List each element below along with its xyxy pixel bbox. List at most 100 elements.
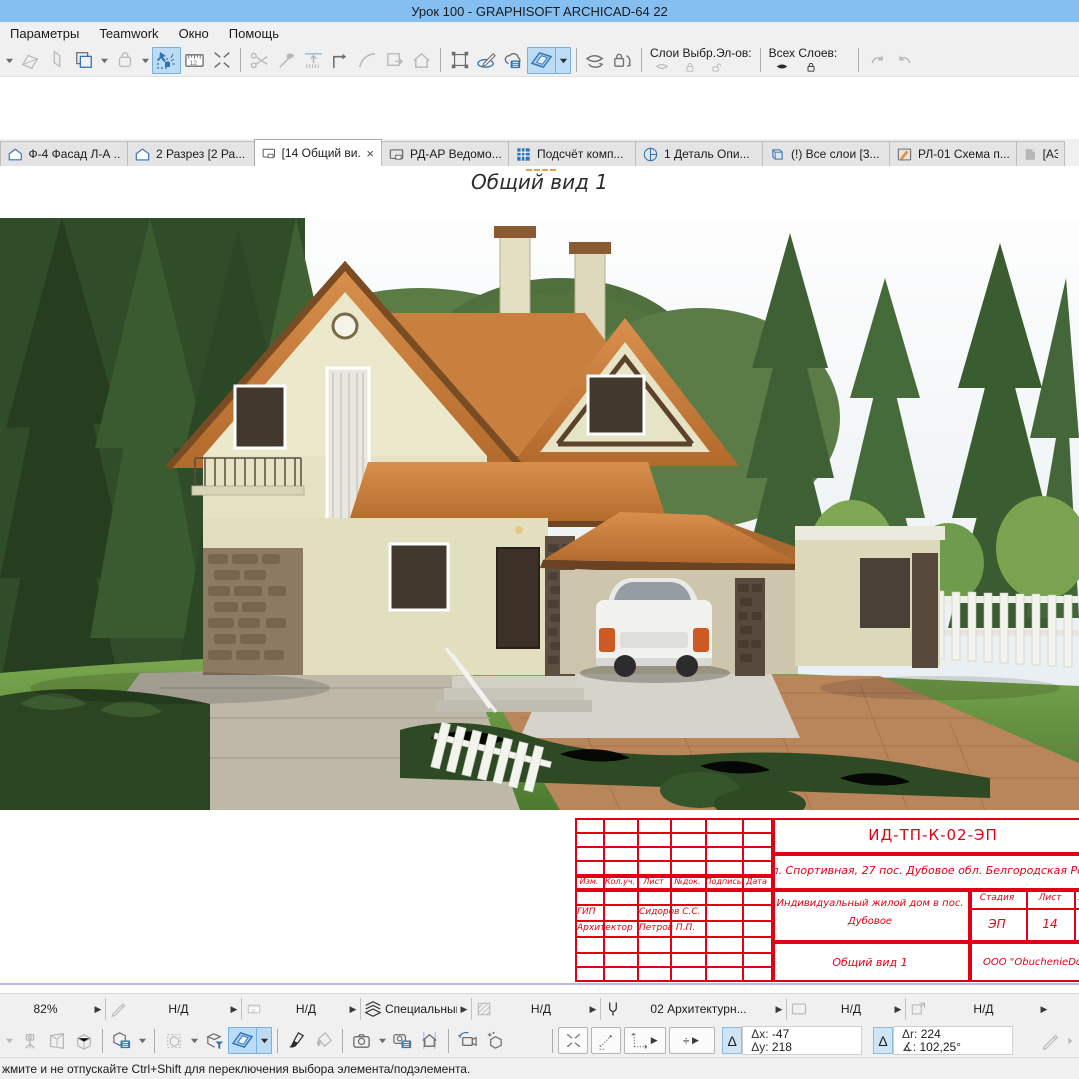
renovation-control[interactable]: Н/Д▶ <box>906 994 1051 1025</box>
sheets-header: Ли <box>1074 888 1079 908</box>
3d-settings-caret-icon[interactable] <box>135 1027 149 1054</box>
menu-help[interactable]: Помощь <box>219 24 289 43</box>
edit-pen-icon[interactable] <box>1036 1027 1063 1054</box>
editing-plane-3d-button[interactable] <box>228 1027 272 1054</box>
tab-3d-view[interactable]: (!) Все слои [3... <box>762 141 890 166</box>
flythrough-icon[interactable] <box>454 1027 481 1054</box>
skew-plane-icon[interactable] <box>16 47 43 74</box>
layer-combination-control[interactable]: Специальный▶ <box>361 994 471 1025</box>
angle-value: 102,25° <box>919 1040 961 1054</box>
stage-header: Стадия <box>968 888 1026 908</box>
edit-pen-arrow-icon[interactable] <box>1063 1027 1077 1054</box>
bimcloud-icon[interactable] <box>500 47 527 74</box>
all-layers-lock-icon[interactable] <box>805 61 817 73</box>
delta-ra-toggle[interactable]: Δ <box>873 1027 893 1054</box>
delta-xy-panel[interactable]: Δx: -47 Δy: 218 <box>742 1026 862 1055</box>
tab-elevation[interactable]: Ф-4 Фасад Л-А ... <box>0 141 128 166</box>
scale-control[interactable]: Н/Д▶ <box>242 994 360 1025</box>
pen-quick-icon <box>109 1000 127 1018</box>
tab-detail[interactable]: 1 Деталь Опи... <box>635 141 763 166</box>
renovation-icon <box>909 1000 927 1018</box>
resize-icon[interactable] <box>381 47 408 74</box>
sheet-value: 14 <box>1026 910 1074 938</box>
show-hide-icon[interactable] <box>582 47 609 74</box>
tab-layout-book[interactable]: РД-АР Ведомо... <box>381 141 509 166</box>
all-layers-show-icon[interactable] <box>773 60 791 73</box>
tab-general-view[interactable]: [14 Общий ви...× <box>254 139 382 166</box>
menu-parameters[interactable]: Параметры <box>0 24 89 43</box>
document-3d-icon <box>261 145 277 162</box>
trace-reference-icon[interactable] <box>70 47 97 74</box>
drawing-view[interactable]: Общий вид 1 <box>0 166 1079 993</box>
selected-layers-group: Слои Выбр.Эл-ов: <box>647 44 755 77</box>
measure-icon[interactable] <box>181 47 208 74</box>
home-story-icon[interactable] <box>408 47 435 74</box>
photo-icon[interactable] <box>348 1027 375 1054</box>
filter-caret-icon[interactable] <box>187 1027 201 1054</box>
marquee-mode-button[interactable] <box>558 1027 588 1054</box>
filter-elements-icon[interactable] <box>160 1027 187 1054</box>
paint-icon[interactable] <box>310 1027 337 1054</box>
house-render <box>0 218 1079 810</box>
delta-xy-toggle[interactable]: Δ <box>722 1027 742 1054</box>
filter-3d-icon[interactable] <box>201 1027 228 1054</box>
delta-ra-panel[interactable]: Δr: 224 ∡: 102,25° <box>893 1026 1013 1055</box>
dr-value: 224 <box>921 1027 941 1041</box>
axonometry-icon[interactable] <box>70 1027 97 1054</box>
model-view-control[interactable]: Н/Д▶ <box>787 994 905 1025</box>
tab-close-icon[interactable]: × <box>365 146 375 161</box>
split-icon[interactable] <box>246 47 273 74</box>
elevation-icon <box>7 146 24 163</box>
trace-reference-caret-icon[interactable] <box>97 47 111 74</box>
fillet-icon[interactable] <box>327 47 354 74</box>
marquee-icon[interactable] <box>208 47 235 74</box>
overflow-caret-icon[interactable] <box>2 47 16 74</box>
undo-icon[interactable] <box>891 47 918 74</box>
perspective-icon[interactable] <box>43 1027 70 1054</box>
menu-window[interactable]: Окно <box>169 24 219 43</box>
photo-settings-icon[interactable] <box>389 1027 416 1054</box>
nav-overflow-icon[interactable] <box>2 1027 16 1054</box>
lock-toggle-icon[interactable] <box>609 47 636 74</box>
menu-teamwork[interactable]: Teamwork <box>89 24 168 43</box>
sun-study-icon[interactable] <box>416 1027 443 1054</box>
window-option-icon <box>790 1000 808 1018</box>
editing-plane-button[interactable] <box>527 47 571 74</box>
layer-lock-icon[interactable] <box>684 61 696 73</box>
selected-layers-label: Слои Выбр.Эл-ов: <box>650 47 752 60</box>
snap-reference-button[interactable]: ▶ <box>624 1027 666 1054</box>
tab-master-layout[interactable]: [A3 <box>1016 141 1065 166</box>
quick-options-bar: 82%▶ Н/Д▶ Н/Д▶ Специальный▶ Н/Д▶ 02 Архи… <box>0 993 1079 1024</box>
fill-display-control[interactable]: Н/Д▶ <box>472 994 600 1025</box>
company-cell: ООО "ObuchenieDo <box>970 942 1079 982</box>
tab-section[interactable]: 2 Разрез [2 Ра... <box>127 141 255 166</box>
transform-icon[interactable] <box>446 47 473 74</box>
curve-edge-icon[interactable] <box>354 47 381 74</box>
tab-schedule[interactable]: Подсчёт комп... <box>508 141 636 166</box>
edit-elements-button[interactable] <box>152 47 181 74</box>
coordinate-divide-button[interactable]: ÷▶ <box>669 1027 715 1054</box>
camera-tripod-icon[interactable] <box>16 1027 43 1054</box>
pen-set-selector[interactable]: 02 Архитектурн...▶ <box>601 994 786 1025</box>
pane-splitter[interactable] <box>0 983 1079 985</box>
guide-snap-button[interactable] <box>591 1027 621 1054</box>
pen-set-control[interactable]: Н/Д▶ <box>106 994 241 1025</box>
rev-header-koluch: Кол.уч. <box>603 874 637 888</box>
photo-caret-icon[interactable] <box>375 1027 389 1054</box>
stretch-icon[interactable] <box>300 47 327 74</box>
layer-unlock-icon[interactable] <box>710 61 723 73</box>
redo-icon[interactable] <box>864 47 891 74</box>
title-block: Изм. Кол.уч. Лист №док. Подпись Дата ГИП… <box>575 818 1079 982</box>
parameter-transfer-icon[interactable] <box>111 47 138 74</box>
vertical-plane-icon[interactable] <box>43 47 70 74</box>
magic-sketch-icon[interactable] <box>473 47 500 74</box>
tab-worksheet[interactable]: РЛ-01 Схема п... <box>889 141 1017 166</box>
adjust-icon[interactable] <box>273 47 300 74</box>
3d-settings-icon[interactable] <box>108 1027 135 1054</box>
brush-icon[interactable] <box>283 1027 310 1054</box>
zoom-control[interactable]: 82%▶ <box>0 994 105 1025</box>
parameter-transfer-caret-icon[interactable] <box>138 47 152 74</box>
render-icon[interactable] <box>481 1027 508 1054</box>
layer-show-icon[interactable] <box>654 60 670 73</box>
detail-icon <box>642 146 659 163</box>
